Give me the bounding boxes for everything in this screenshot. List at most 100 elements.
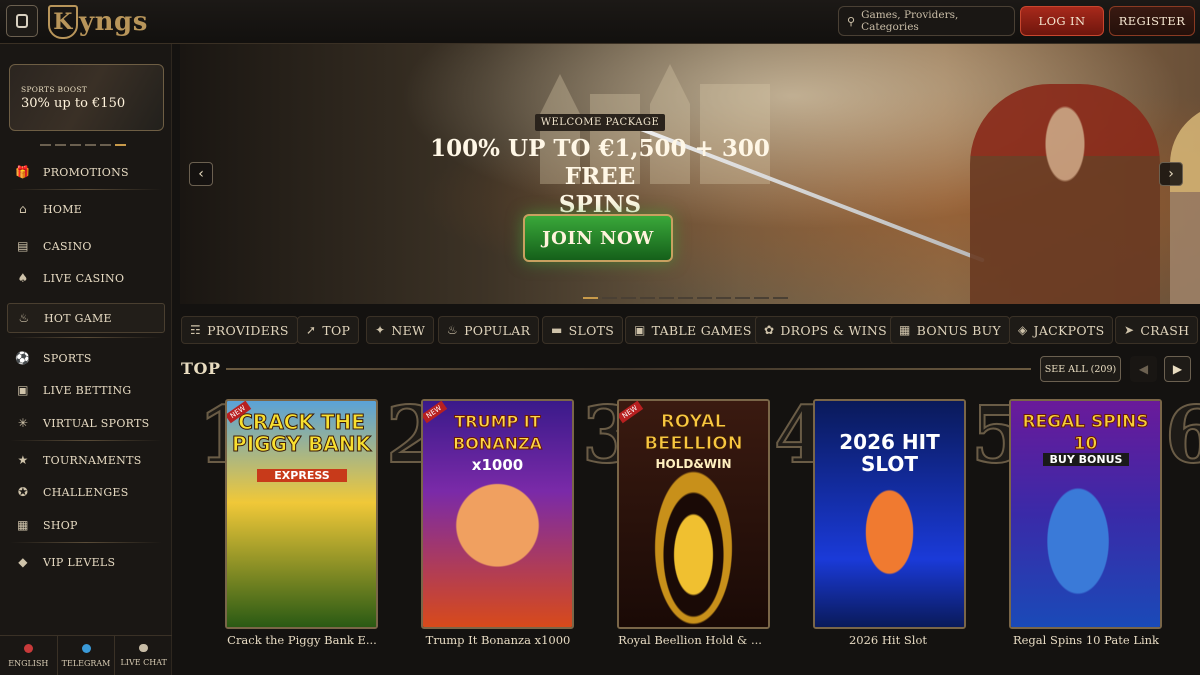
tab-table-games[interactable]: ▣ TABLE GAMES <box>625 316 761 344</box>
menu-icon <box>16 14 28 28</box>
game-art-subtitle: HOLD&WIN <box>655 457 732 471</box>
register-button[interactable]: REGISTER <box>1109 6 1195 36</box>
tab-jackpots[interactable]: ◈ JACKPOTS <box>1009 316 1114 344</box>
medal-icon: ✪ <box>17 485 29 499</box>
tab-label: DROPS & WINS <box>780 322 887 338</box>
boost-title: SPORTS BOOST <box>21 85 88 94</box>
sidebar-item-label: CHALLENGES <box>43 485 129 499</box>
tab-label: POPULAR <box>464 322 531 338</box>
game-card[interactable]: ROYAL BEELLION HOLD&WIN NEW <box>617 399 770 629</box>
sidebar-item-casino[interactable]: ▤ CASINO <box>7 231 165 261</box>
games-prev-button[interactable]: ◀ <box>1130 356 1157 382</box>
see-all-button[interactable]: SEE ALL (209) <box>1040 356 1121 382</box>
game-title[interactable]: 2026 Hit Slot <box>808 633 968 647</box>
tab-label: TABLE GAMES <box>651 322 752 338</box>
search-input[interactable]: ⚲ Games, Providers, Categories <box>838 6 1015 36</box>
sidebar-item-label: CASINO <box>43 239 92 253</box>
sidebar-item-shop[interactable]: ▦ SHOP <box>7 510 165 540</box>
telegram-label: TELEGRAM <box>61 658 111 668</box>
telegram-icon <box>81 643 91 653</box>
section-divider <box>226 368 1031 370</box>
sidebar-item-label: VIRTUAL SPORTS <box>43 416 150 430</box>
tab-label: CRASH <box>1140 322 1190 338</box>
logo-shield-icon: K <box>48 5 78 39</box>
game-art-title: REGAL SPINS 10 <box>1022 412 1149 455</box>
sidebar-item-label: LIVE BETTING <box>43 383 132 397</box>
flame-icon: ♨ <box>18 311 30 325</box>
language-button[interactable]: ENGLISH <box>0 636 58 675</box>
tab-new[interactable]: ✦ NEW <box>366 316 435 344</box>
sidebar-item-label: PROMOTIONS <box>43 165 129 179</box>
live-chat-button[interactable]: LIVE CHAT <box>115 636 172 675</box>
game-title[interactable]: Crack the Piggy Bank E... <box>222 633 382 647</box>
tab-label: BONUS BUY <box>916 322 1001 338</box>
sidebar-item-vip-levels[interactable]: ◆ VIP LEVELS <box>7 547 165 577</box>
tab-slots[interactable]: ▬ SLOTS <box>542 316 624 344</box>
banner-headline-line1: 100% UP TO €1,500 + 300 FREE <box>430 135 770 190</box>
telegram-button[interactable]: TELEGRAM <box>58 636 116 675</box>
tab-label: TOP <box>322 322 351 338</box>
tab-drops-wins[interactable]: ✿ DROPS & WINS <box>755 316 896 344</box>
soccer-ball-icon: ⚽ <box>15 351 31 365</box>
tab-bonus-buy[interactable]: ▦ BONUS BUY <box>890 316 1010 344</box>
chevron-left-icon: ‹ <box>198 166 204 182</box>
sidebar-item-label: LIVE CASINO <box>43 271 125 285</box>
game-title[interactable]: Trump It Bonanza x1000 <box>418 633 578 647</box>
tab-label: NEW <box>391 322 426 338</box>
live-icon: ▣ <box>17 383 29 397</box>
sidebar-item-label: SHOP <box>43 518 78 532</box>
sidebar-item-challenges[interactable]: ✪ CHALLENGES <box>7 477 165 507</box>
drops-icon: ✿ <box>764 323 775 337</box>
sidebar-item-live-betting[interactable]: ▣ LIVE BETTING <box>7 375 165 405</box>
banner-next-button[interactable]: › <box>1159 162 1183 186</box>
rank-number: 6 <box>1164 389 1200 482</box>
game-title[interactable]: Regal Spins 10 Pate Link <box>1006 633 1166 647</box>
banner-carousel-dots[interactable] <box>583 297 788 299</box>
sidebar-item-tournaments[interactable]: ★ TOURNAMENTS <box>7 445 165 475</box>
tab-crash[interactable]: ➤ CRASH <box>1115 316 1199 344</box>
tab-top[interactable]: ➚ TOP <box>297 316 360 344</box>
games-next-button[interactable]: ▶ <box>1164 356 1191 382</box>
login-button[interactable]: LOG IN <box>1020 6 1104 36</box>
bonus-icon: ▦ <box>899 323 911 337</box>
banner-prev-button[interactable]: ‹ <box>189 162 213 186</box>
flame-icon: ♨ <box>447 323 459 337</box>
shop-icon: ▦ <box>17 518 29 532</box>
search-placeholder: Games, Providers, Categories <box>861 9 959 33</box>
gift-icon: 🎁 <box>15 165 31 179</box>
sidebar-item-hot-game[interactable]: ♨ HOT GAME <box>7 303 165 333</box>
hero-banner[interactable]: WELCOME PACKAGE 100% UP TO €1,500 + 300 … <box>180 44 1200 304</box>
promo-carousel-dots[interactable] <box>40 144 126 146</box>
sidebar-item-virtual-sports[interactable]: ✳ VIRTUAL SPORTS <box>7 408 165 438</box>
chevron-right-icon: › <box>1168 166 1174 182</box>
game-card[interactable]: TRUMP IT BONANZA x1000 NEW <box>421 399 574 629</box>
sports-boost-card[interactable]: SPORTS BOOST 30% up to €150 <box>9 64 164 131</box>
tab-popular[interactable]: ♨ POPULAR <box>438 316 540 344</box>
game-card[interactable]: CRACK THE PIGGY BANK EXPRESS NEW <box>225 399 378 629</box>
section-title-top: TOP <box>181 359 221 378</box>
tab-label: JACKPOTS <box>1033 322 1105 338</box>
game-art-subtitle: EXPRESS <box>257 469 347 482</box>
rocket-icon: ➤ <box>1124 323 1135 337</box>
welcome-package-tag: WELCOME PACKAGE <box>534 114 666 131</box>
sidebar-item-label: HOT GAME <box>44 311 112 325</box>
menu-toggle-button[interactable] <box>6 5 38 37</box>
game-card[interactable]: REGAL SPINS 10 BUY BONUS <box>1009 399 1162 629</box>
game-art-subtitle: x1000 <box>471 456 524 474</box>
site-logo[interactable]: K yngs <box>48 3 148 41</box>
chevron-left-icon: ◀ <box>1138 362 1149 376</box>
game-card[interactable]: 2026 HIT SLOT <box>813 399 966 629</box>
tab-label: SLOTS <box>568 322 615 338</box>
top-bar: K yngs ⚲ Games, Providers, Categories LO… <box>0 0 1200 44</box>
game-title[interactable]: Royal Beellion Hold & ... <box>610 633 770 647</box>
sidebar-item-label: SPORTS <box>43 351 92 365</box>
sidebar-item-live-casino[interactable]: ♠ LIVE CASINO <box>7 263 165 293</box>
join-now-button[interactable]: JOIN NOW <box>510 202 686 274</box>
sidebar-item-label: TOURNAMENTS <box>43 453 142 467</box>
slots-icon: ▬ <box>551 323 563 337</box>
tab-providers[interactable]: ☶ PROVIDERS <box>181 316 298 344</box>
sidebar-item-home[interactable]: ⌂ HOME <box>7 194 165 224</box>
chevron-right-icon: ▶ <box>1172 362 1183 376</box>
sidebar-item-promotions[interactable]: 🎁 PROMOTIONS <box>7 157 165 187</box>
sidebar-item-sports[interactable]: ⚽ SPORTS <box>7 343 165 373</box>
